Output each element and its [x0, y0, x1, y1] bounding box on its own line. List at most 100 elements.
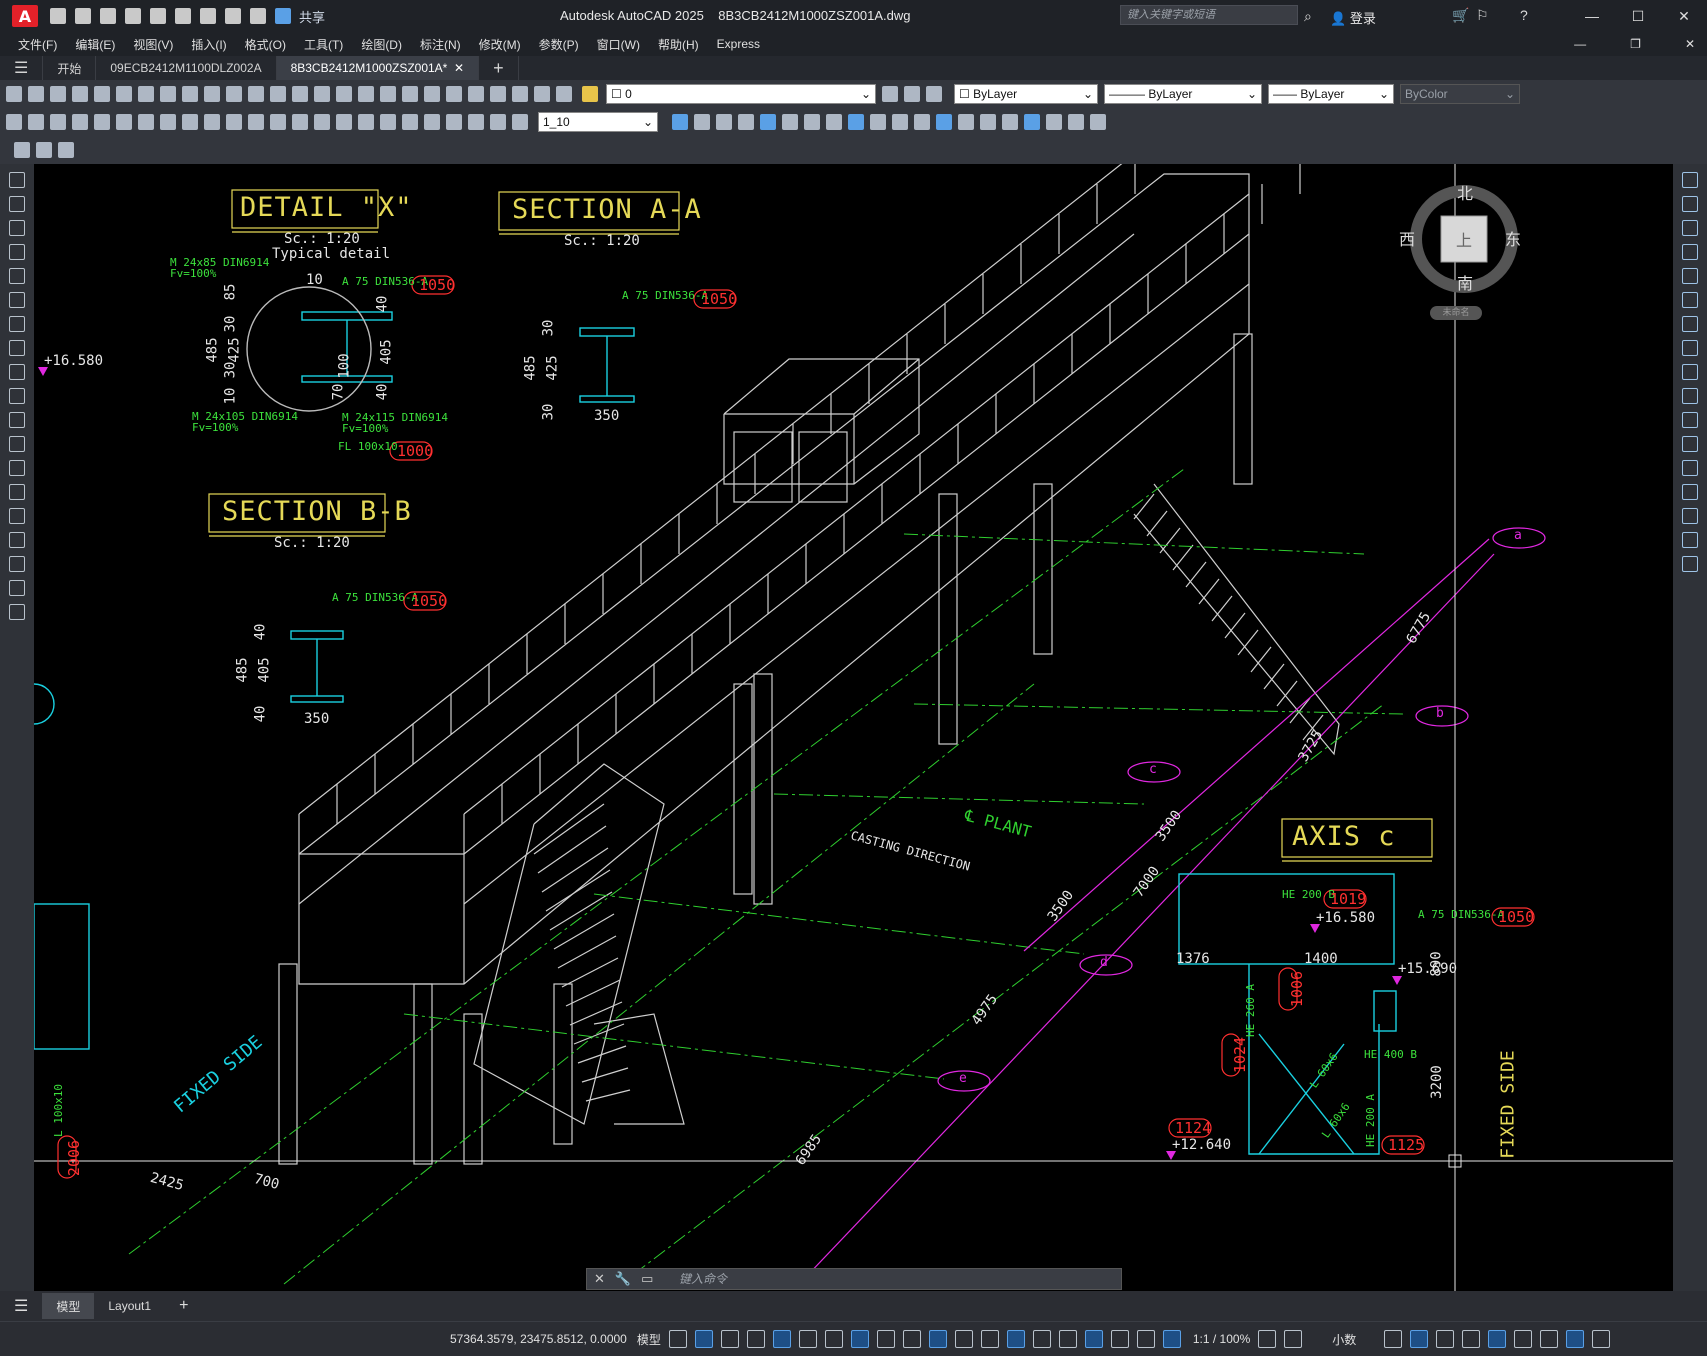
dimstyle-dropdown[interactable]: 1_10 ⌄ — [538, 112, 658, 132]
dimension-tool-12-icon[interactable] — [270, 114, 286, 130]
draw-tool-14-icon[interactable] — [9, 508, 25, 524]
dimension-tool-1-icon[interactable] — [28, 114, 44, 130]
status-toggle-3-icon[interactable] — [746, 1330, 765, 1348]
status-tool-8-icon[interactable] — [1592, 1330, 1611, 1348]
modify-tool-7-icon[interactable] — [826, 114, 842, 130]
dimension-tool-21-icon[interactable] — [468, 114, 484, 130]
modify-tool-4-icon[interactable] — [760, 114, 776, 130]
autodesk-account-icon[interactable]: ⚐ — [1476, 7, 1489, 24]
drawing-canvas[interactable]: DETAIL "X" Sc.: 1:20 Typical detail SECT… — [34, 164, 1673, 1291]
standard-tool-22-icon[interactable] — [490, 86, 506, 102]
standard-tool-11-icon[interactable] — [248, 86, 264, 102]
dimension-tool-3-icon[interactable] — [72, 114, 88, 130]
draw-tool-6-icon[interactable] — [9, 316, 25, 332]
color-dropdown[interactable]: ☐ ByLayer ⌄ — [954, 84, 1098, 104]
cart-icon[interactable]: 🛒 — [1452, 7, 1469, 24]
dimension-tool-11-icon[interactable] — [248, 114, 264, 130]
layer-previous-icon[interactable] — [904, 86, 920, 102]
autocad-logo-button[interactable]: A — [12, 5, 38, 27]
modify-side-tool-6-icon[interactable] — [1682, 316, 1698, 332]
modify-tool-12-icon[interactable] — [936, 114, 952, 130]
menu-item-7[interactable]: 标注(N) — [420, 36, 461, 53]
modify-tool-15-icon[interactable] — [1002, 114, 1018, 130]
modify-tool-3-icon[interactable] — [738, 114, 754, 130]
close-tab-icon[interactable]: ✕ — [454, 61, 464, 75]
modify-side-tool-7-icon[interactable] — [1682, 340, 1698, 356]
status-tool-6-icon[interactable] — [1540, 1330, 1559, 1348]
modify-tool-2-icon[interactable] — [716, 114, 732, 130]
compass-south[interactable]: 南 — [1457, 270, 1473, 294]
modify-tool-1-icon[interactable] — [694, 114, 710, 130]
menu-item-10[interactable]: 窗口(W) — [597, 36, 640, 53]
modify-tool-8-icon[interactable] — [848, 114, 864, 130]
share-icon[interactable] — [275, 8, 291, 24]
status-toggle-12-icon[interactable] — [980, 1330, 999, 1348]
draw-tool-16-icon[interactable] — [9, 556, 25, 572]
viewcube-top-face[interactable]: 上 — [1456, 227, 1472, 251]
dimension-tool-2-icon[interactable] — [50, 114, 66, 130]
standard-tool-13-icon[interactable] — [292, 86, 308, 102]
modify-side-tool-8-icon[interactable] — [1682, 364, 1698, 380]
new-tab-button[interactable]: + — [479, 56, 519, 80]
status-toggle-9-icon[interactable] — [902, 1330, 921, 1348]
tab-start[interactable]: 开始 — [43, 56, 97, 80]
menu-item-3[interactable]: 插入(I) — [191, 36, 226, 53]
layer-match-icon[interactable] — [882, 86, 898, 102]
dimension-tool-15-icon[interactable] — [336, 114, 352, 130]
status-tool-0-icon[interactable] — [1384, 1330, 1403, 1348]
dimension-tool-22-icon[interactable] — [490, 114, 506, 130]
modify-tool-13-icon[interactable] — [958, 114, 974, 130]
tab-doc-1[interactable]: 09ECB2412M1100DLZ002A — [96, 56, 277, 80]
modify-tool-14-icon[interactable] — [980, 114, 996, 130]
search-icon[interactable]: ⌕ — [1304, 8, 1312, 25]
menu-item-1[interactable]: 编辑(E) — [75, 36, 115, 53]
standard-tool-2-icon[interactable] — [50, 86, 66, 102]
standard-tool-0-icon[interactable] — [6, 86, 22, 102]
compass-east[interactable]: 东 — [1505, 226, 1521, 250]
save-icon[interactable] — [100, 8, 116, 24]
dimension-tool-20-icon[interactable] — [446, 114, 462, 130]
modify-side-tool-12-icon[interactable] — [1682, 460, 1698, 476]
share-button[interactable]: 共享 — [299, 7, 325, 26]
draw-tool-9-icon[interactable] — [9, 388, 25, 404]
dimension-tool-9-icon[interactable] — [204, 114, 220, 130]
dimension-tool-17-icon[interactable] — [380, 114, 396, 130]
menu-item-5[interactable]: 工具(T) — [304, 36, 343, 53]
modify-tool-19-icon[interactable] — [1090, 114, 1106, 130]
dimension-tool-0-icon[interactable] — [6, 114, 22, 130]
tab-menu-icon[interactable]: ☰ — [0, 56, 44, 80]
standard-tool-12-icon[interactable] — [270, 86, 286, 102]
draw-tool-18-icon[interactable] — [9, 604, 25, 620]
modify-tool-11-icon[interactable] — [914, 114, 930, 130]
undo-icon[interactable] — [225, 8, 241, 24]
status-toggle-18-icon[interactable] — [1136, 1330, 1155, 1348]
modify-side-tool-9-icon[interactable] — [1682, 388, 1698, 404]
standard-tool-1-icon[interactable] — [28, 86, 44, 102]
status-toggle-19-icon[interactable] — [1162, 1330, 1181, 1348]
menu-item-2[interactable]: 视图(V) — [133, 36, 173, 53]
modify-side-tool-1-icon[interactable] — [1682, 196, 1698, 212]
status-toggle-14-icon[interactable] — [1032, 1330, 1051, 1348]
layer-state-icon[interactable] — [582, 86, 598, 102]
draw-tool-15-icon[interactable] — [9, 532, 25, 548]
maximize-button[interactable]: ☐ — [1615, 0, 1661, 32]
modify-tool-6-icon[interactable] — [804, 114, 820, 130]
modify-side-tool-0-icon[interactable] — [1682, 172, 1698, 188]
modify-side-tool-10-icon[interactable] — [1682, 412, 1698, 428]
draw-tool-3-icon[interactable] — [9, 244, 25, 260]
draw-tool-7-icon[interactable] — [9, 340, 25, 356]
layer-properties-icon[interactable] — [926, 86, 942, 102]
status-toggle-11-icon[interactable] — [954, 1330, 973, 1348]
layout-menu-icon[interactable]: ☰ — [0, 1293, 42, 1319]
standard-tool-5-icon[interactable] — [116, 86, 132, 102]
doc-restore-button[interactable]: ❐ — [1630, 37, 1641, 51]
dimension-tool-4-icon[interactable] — [94, 114, 110, 130]
draw-tool-1-icon[interactable] — [9, 196, 25, 212]
login-button[interactable]: 👤 登录 — [1330, 8, 1376, 27]
modify-tool-9-icon[interactable] — [870, 114, 886, 130]
status-toggle-4-icon[interactable] — [772, 1330, 791, 1348]
status-toggle-6-icon[interactable] — [824, 1330, 843, 1348]
help-search-input[interactable]: 键入关键字或短语 — [1120, 5, 1298, 25]
status-toggle-8-icon[interactable] — [876, 1330, 895, 1348]
draw-tool-2-icon[interactable] — [9, 220, 25, 236]
